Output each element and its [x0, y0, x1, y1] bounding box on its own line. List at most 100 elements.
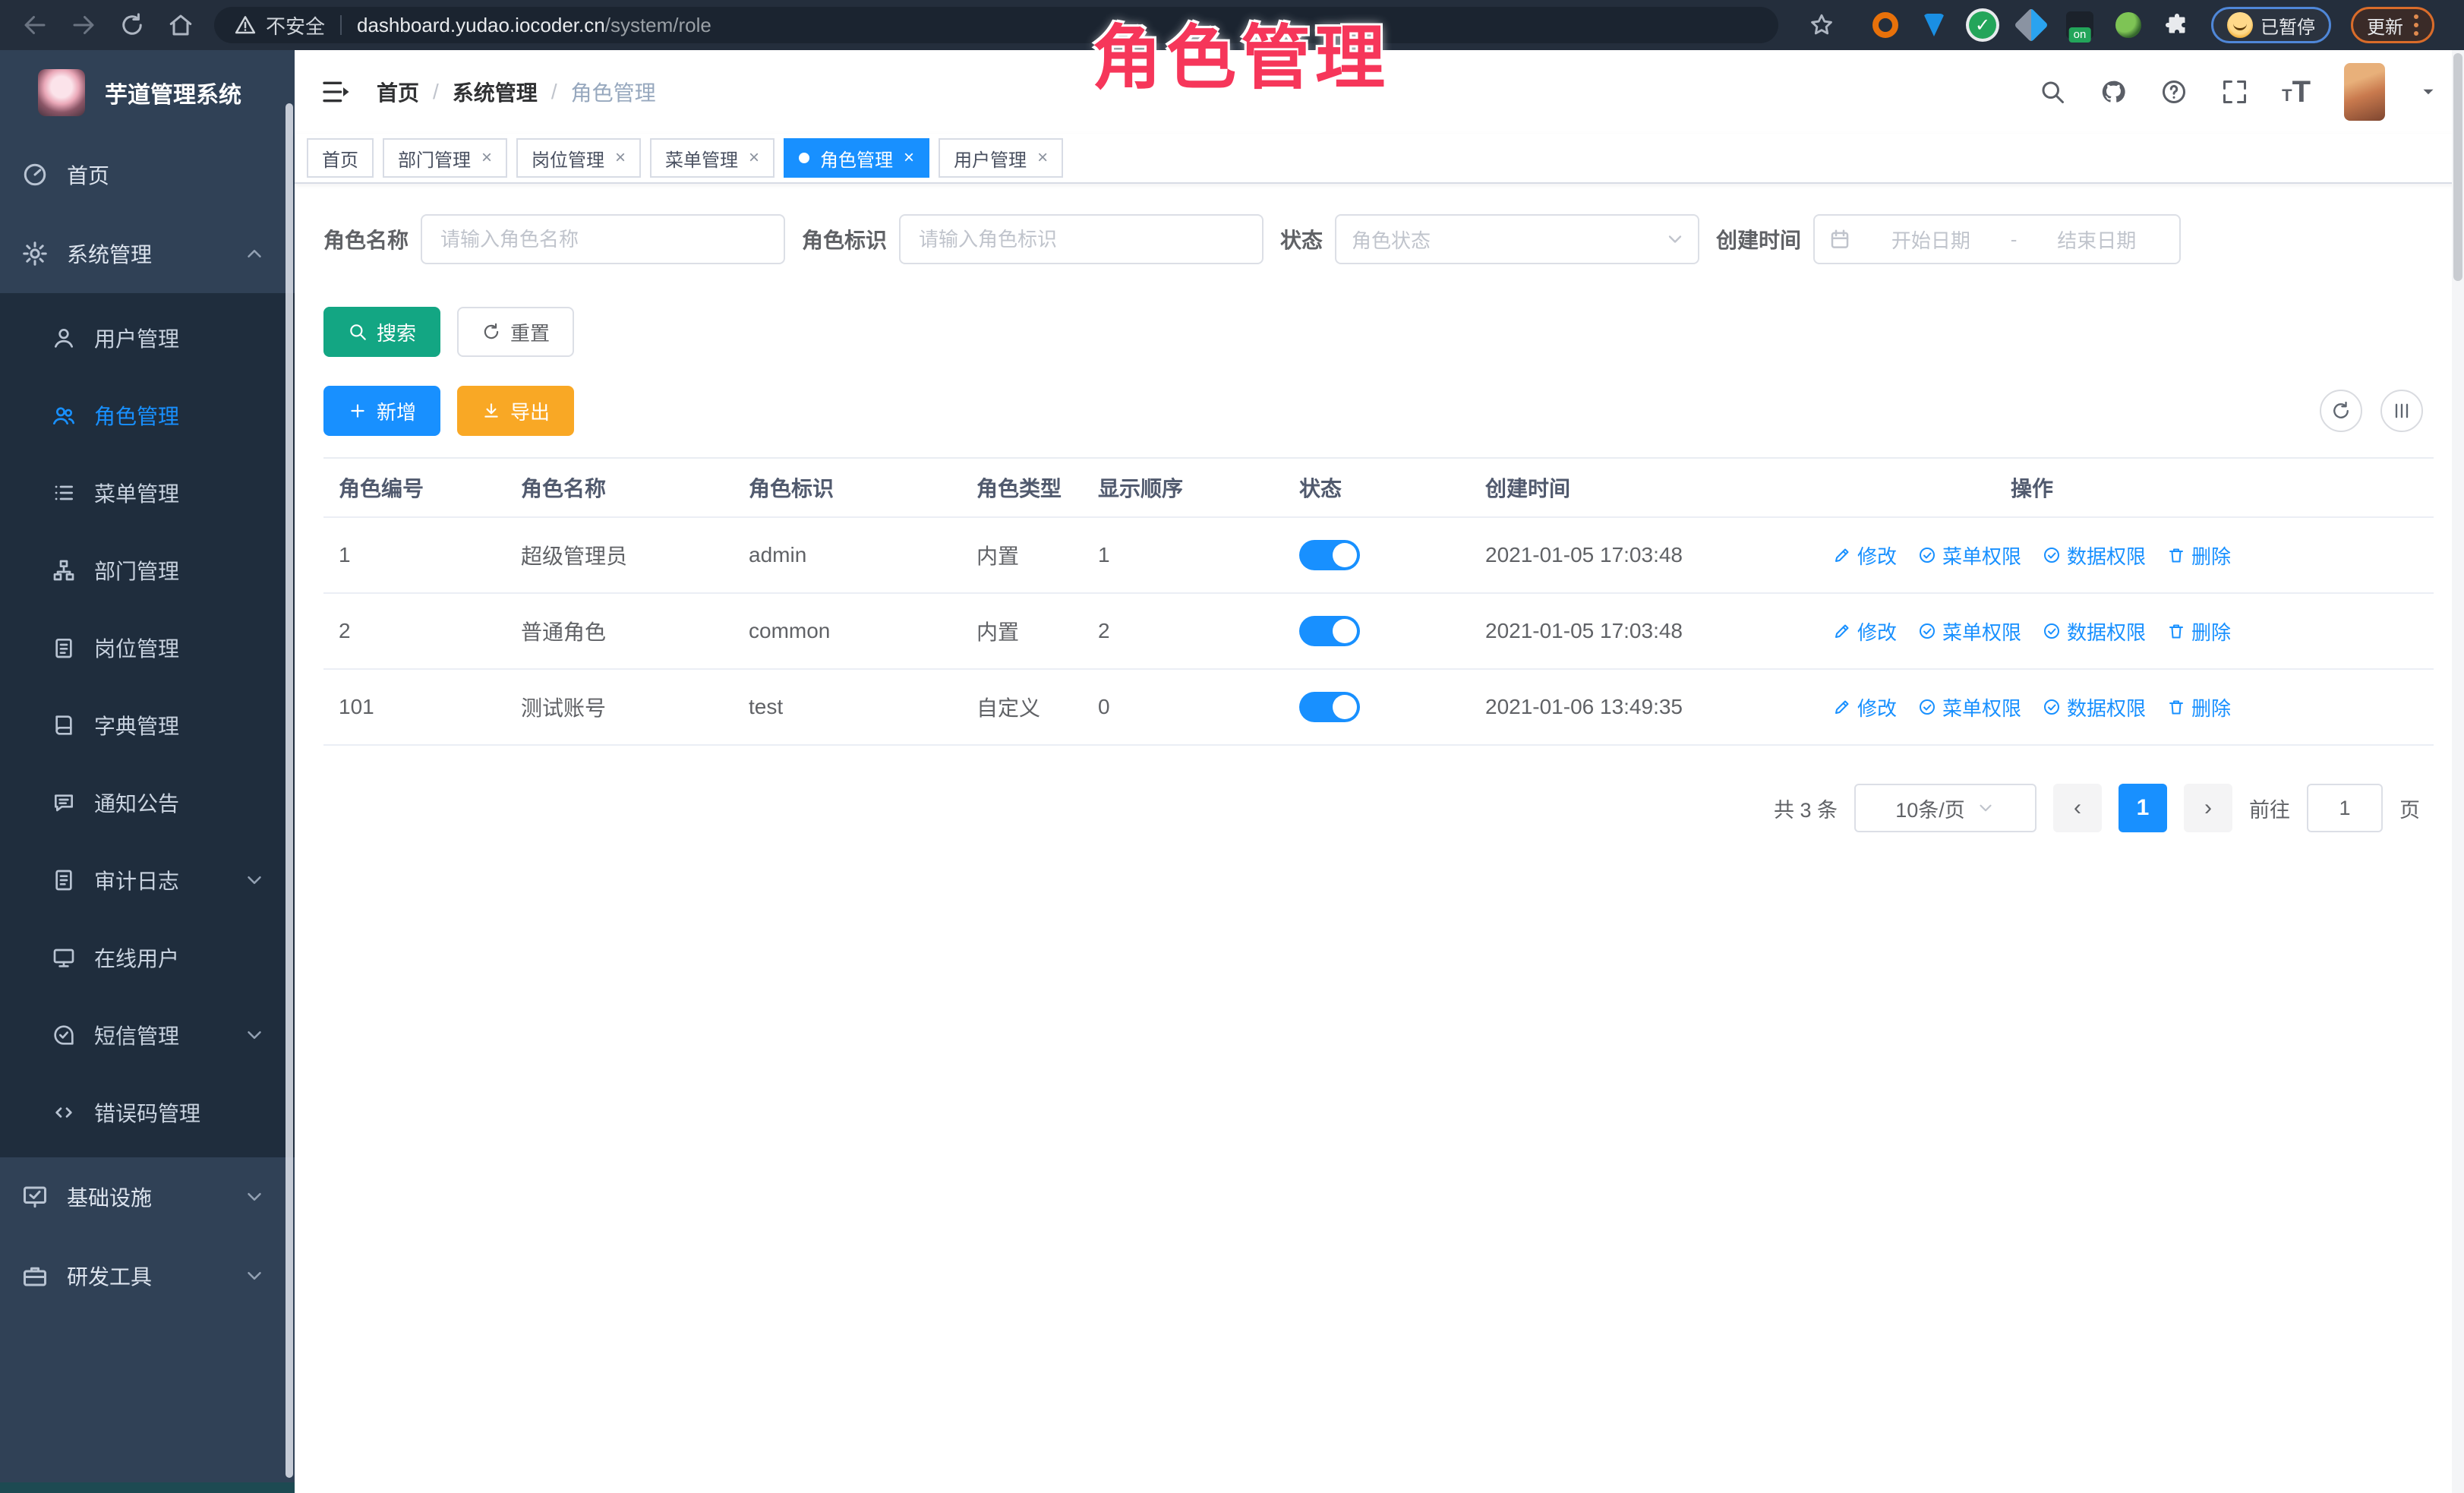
- goto-page-input[interactable]: [2307, 784, 2383, 832]
- breadcrumb-home[interactable]: 首页: [377, 77, 419, 107]
- column-settings-button[interactable]: [2380, 390, 2423, 432]
- list-icon: [52, 481, 76, 505]
- sidebar-item-menus[interactable]: 菜单管理: [0, 454, 295, 532]
- address-bar[interactable]: 不安全 dashboard.yudao.iocoder.cn /system/r…: [214, 7, 1778, 43]
- page-scrollbar[interactable]: [2452, 50, 2464, 1493]
- tab-menus[interactable]: 菜单管理×: [650, 138, 775, 178]
- sidebar-item-label: 字典管理: [94, 710, 179, 740]
- sidebar-item-error-codes[interactable]: 错误码管理: [0, 1074, 295, 1151]
- browser-home-icon[interactable]: [167, 11, 194, 39]
- sidebar-item-infrastructure[interactable]: 基础设施: [0, 1157, 295, 1236]
- sidebar-item-departments[interactable]: 部门管理: [0, 532, 295, 609]
- browser-back-icon[interactable]: [21, 11, 49, 39]
- close-icon[interactable]: ×: [1037, 147, 1048, 169]
- status-select[interactable]: 角色状态: [1335, 214, 1699, 264]
- add-button[interactable]: 新增: [323, 386, 440, 436]
- chevron-down-icon: [243, 1024, 266, 1046]
- cell-role-name: 普通角色: [506, 616, 734, 646]
- search-button[interactable]: 搜索: [323, 307, 440, 357]
- cell-role-type: 内置: [961, 540, 1083, 570]
- close-icon[interactable]: ×: [749, 147, 759, 169]
- end-date-placeholder[interactable]: 结束日期: [2027, 226, 2166, 254]
- browser-update-button[interactable]: 更新: [2351, 7, 2434, 43]
- start-date-placeholder[interactable]: 开始日期: [1862, 226, 2000, 254]
- role-name-input[interactable]: [421, 214, 785, 264]
- sidebar-item-sms[interactable]: 短信管理: [0, 996, 295, 1074]
- menu-permission-link[interactable]: 菜单权限: [1918, 617, 2021, 645]
- app-logo[interactable]: 芋道管理系统: [0, 50, 295, 135]
- close-icon[interactable]: ×: [904, 147, 914, 169]
- scrollbar-thumb[interactable]: [2453, 53, 2462, 281]
- fullscreen-icon[interactable]: [2221, 78, 2248, 106]
- goto-label: 前往: [2249, 794, 2290, 823]
- tab-users[interactable]: 用户管理×: [939, 138, 1063, 178]
- tab-posts[interactable]: 岗位管理×: [516, 138, 641, 178]
- date-range-picker[interactable]: 开始日期 - 结束日期: [1813, 214, 2181, 264]
- data-permission-link[interactable]: 数据权限: [2043, 617, 2146, 645]
- hamburger-icon[interactable]: [320, 77, 351, 107]
- dark-extension-icon[interactable]: on: [2065, 11, 2094, 39]
- data-permission-link[interactable]: 数据权限: [2043, 693, 2146, 721]
- help-icon[interactable]: [2160, 78, 2188, 106]
- grid-extension-icon[interactable]: [2017, 11, 2046, 39]
- edit-icon: [1833, 546, 1851, 564]
- sidebar-item-roles[interactable]: 角色管理: [0, 377, 295, 454]
- status-toggle-on[interactable]: [1299, 692, 1360, 722]
- status-toggle-on[interactable]: [1299, 540, 1360, 570]
- caret-down-icon[interactable]: [2418, 82, 2438, 102]
- check-extension-icon[interactable]: ✓: [1968, 11, 1997, 39]
- edit-link[interactable]: 修改: [1833, 617, 1897, 645]
- sidebar-item-system[interactable]: 系统管理: [0, 214, 295, 293]
- bookmark-star-icon[interactable]: [1809, 12, 1835, 38]
- next-page-button[interactable]: ›: [2184, 784, 2232, 832]
- adblock-extension-icon[interactable]: [1871, 11, 1900, 39]
- menu-permission-link[interactable]: 菜单权限: [1918, 541, 2021, 570]
- search-icon[interactable]: [2039, 78, 2066, 106]
- user-avatar[interactable]: [2344, 63, 2385, 121]
- data-permission-link[interactable]: 数据权限: [2043, 541, 2146, 570]
- tab-home[interactable]: 首页: [307, 138, 374, 178]
- delete-link[interactable]: 删除: [2167, 617, 2231, 645]
- prev-page-button[interactable]: ‹: [2053, 784, 2102, 832]
- close-icon[interactable]: ×: [615, 147, 626, 169]
- menu-permission-link[interactable]: 菜单权限: [1918, 693, 2021, 721]
- sidebar-item-dev-tools[interactable]: 研发工具: [0, 1236, 295, 1315]
- github-icon[interactable]: [2100, 78, 2127, 106]
- close-icon[interactable]: ×: [481, 147, 492, 169]
- drop-extension-icon[interactable]: [1920, 11, 1948, 39]
- sidebar-item-notice[interactable]: 通知公告: [0, 764, 295, 841]
- extensions-puzzle-icon[interactable]: [2163, 11, 2191, 39]
- sidebar-item-users[interactable]: 用户管理: [0, 299, 295, 377]
- delete-link[interactable]: 删除: [2167, 541, 2231, 570]
- sidebar-item-home[interactable]: 首页: [0, 135, 295, 214]
- font-size-icon[interactable]: TT: [2282, 78, 2311, 106]
- tab-roles-active[interactable]: 角色管理×: [784, 138, 929, 178]
- breadcrumb-system[interactable]: 系统管理: [453, 77, 538, 107]
- sidebar-item-label: 在线用户: [94, 942, 179, 973]
- check-circle-icon: [1918, 546, 1936, 564]
- page-1-button[interactable]: 1: [2119, 784, 2167, 832]
- browser-profile-chip[interactable]: 已暂停: [2211, 7, 2331, 43]
- browser-reload-icon[interactable]: [118, 11, 146, 39]
- sidebar-item-dict[interactable]: 字典管理: [0, 687, 295, 764]
- sidebar-item-online-users[interactable]: 在线用户: [0, 919, 295, 996]
- toolbox-icon: [21, 1262, 49, 1289]
- sidebar-scrollbar[interactable]: [286, 103, 293, 1478]
- delete-link[interactable]: 删除: [2167, 693, 2231, 721]
- sidebar-item-audit-log[interactable]: 审计日志: [0, 841, 295, 919]
- page-size-select[interactable]: 10条/页: [1854, 784, 2037, 832]
- reset-button[interactable]: 重置: [457, 307, 574, 357]
- tab-departments[interactable]: 部门管理×: [383, 138, 507, 178]
- browser-forward-icon[interactable]: [70, 11, 97, 39]
- role-key-input[interactable]: [899, 214, 1264, 264]
- edit-link[interactable]: 修改: [1833, 693, 1897, 721]
- kebab-menu-icon[interactable]: [2414, 14, 2418, 36]
- status-toggle-on[interactable]: [1299, 616, 1360, 646]
- sidebar-item-label: 菜单管理: [94, 478, 179, 508]
- org-tree-icon: [52, 558, 76, 582]
- green-extension-icon[interactable]: [2114, 11, 2143, 39]
- edit-link[interactable]: 修改: [1833, 541, 1897, 570]
- sidebar-item-posts[interactable]: 岗位管理: [0, 609, 295, 687]
- refresh-table-button[interactable]: [2320, 390, 2362, 432]
- export-button[interactable]: 导出: [457, 386, 574, 436]
